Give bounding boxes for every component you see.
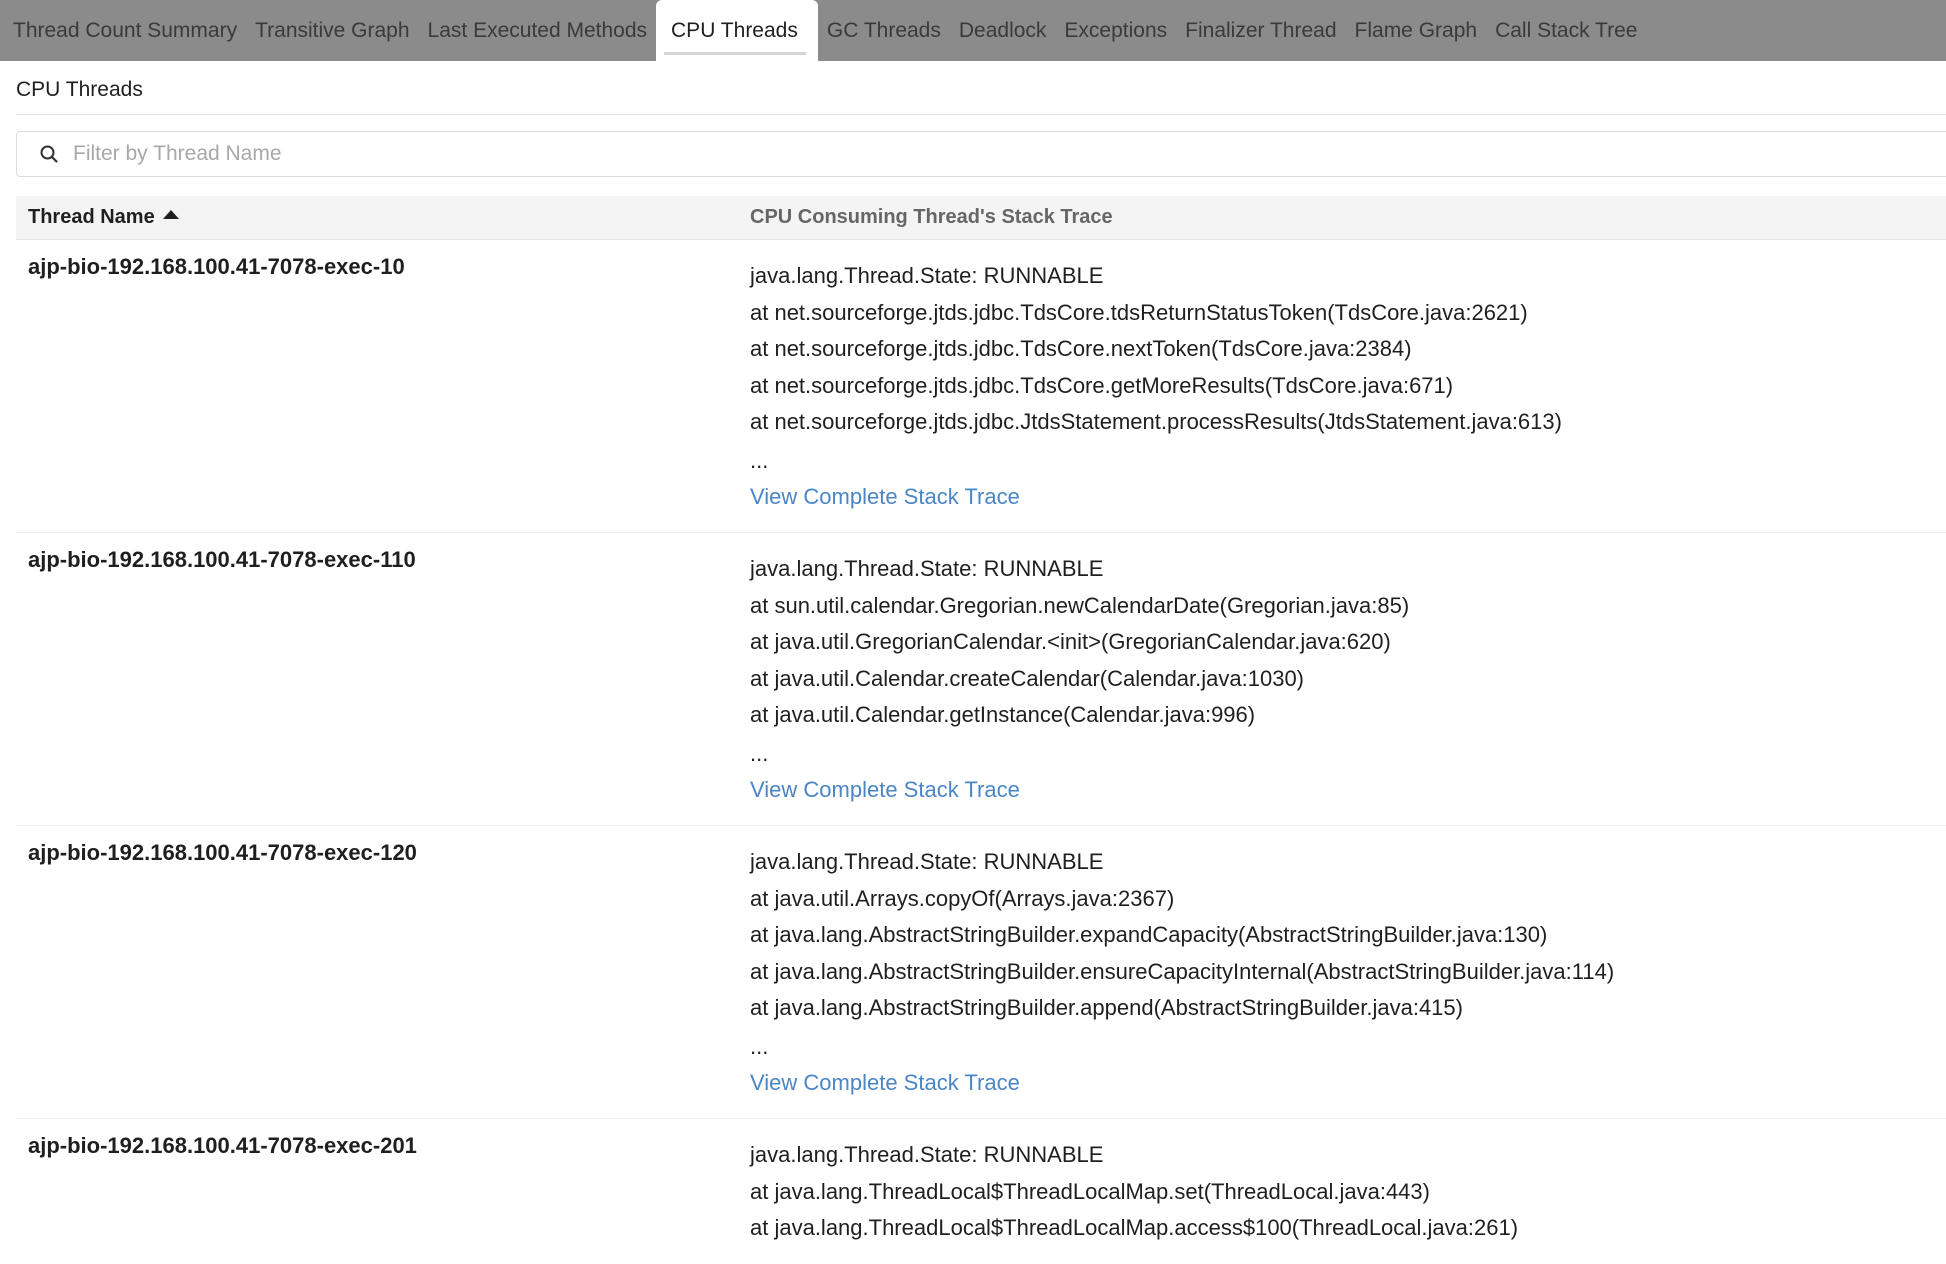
stack-trace-line: at java.util.Calendar.createCalendar(Cal… — [750, 665, 1305, 691]
table-header: Thread Name CPU Consuming Thread's Stack… — [16, 196, 1946, 240]
stack-trace-line: at net.sourceforge.jtds.jdbc.TdsCore.get… — [750, 372, 1454, 398]
stack-trace-line: java.lang.Thread.State: RUNNABLE — [750, 556, 1104, 581]
stack-trace-ellipsis: ... — [750, 447, 769, 473]
stack-trace-line: at java.util.Arrays.copyOf(Arrays.java:2… — [750, 885, 1175, 911]
stack-trace-line: at net.sourceforge.jtds.jdbc.TdsCore.tds… — [750, 299, 1528, 325]
stack-trace-ellipsis: ... — [750, 740, 769, 766]
search-input[interactable] — [71, 133, 1946, 175]
tab-cpu-threads[interactable]: CPU Threads — [656, 0, 818, 61]
tab-deadlock[interactable]: Deadlock — [950, 0, 1056, 61]
search-icon — [27, 144, 71, 164]
table-row: ajp-bio-192.168.100.41-7078-exec-10 java… — [16, 240, 1946, 533]
thread-table-body: ajp-bio-192.168.100.41-7078-exec-10 java… — [16, 240, 1946, 1240]
stack-trace-line: at java.util.GregorianCalendar.<init>(Gr… — [750, 629, 1391, 654]
stack-trace-line: at java.lang.ThreadLocal$ThreadLocalMap.… — [750, 1215, 1519, 1240]
tab-finalizer-thread[interactable]: Finalizer Thread — [1176, 0, 1345, 61]
stack-trace-line: java.lang.Thread.State: RUNNABLE — [750, 263, 1104, 288]
table-row: ajp-bio-192.168.100.41-7078-exec-201 jav… — [16, 1119, 1946, 1240]
stack-trace-line: at java.lang.AbstractStringBuilder.appen… — [750, 995, 1463, 1020]
table-row: ajp-bio-192.168.100.41-7078-exec-120 jav… — [16, 826, 1946, 1119]
stack-trace-line: at net.sourceforge.jtds.jdbc.TdsCore.nex… — [750, 336, 1412, 361]
column-header-thread-name-label: Thread Name — [28, 206, 155, 228]
thread-name: ajp-bio-192.168.100.41-7078-exec-201 — [28, 1133, 417, 1158]
view-complete-stack-trace-link[interactable]: View Complete Stack Trace — [750, 477, 1020, 517]
tab-transitive-graph[interactable]: Transitive Graph — [246, 0, 418, 61]
stack-trace-line: at java.lang.AbstractStringBuilder.expan… — [750, 922, 1548, 947]
stack-trace-line: at sun.util.calendar.Gregorian.newCalend… — [750, 592, 1410, 618]
tab-last-executed-methods[interactable]: Last Executed Methods — [419, 0, 656, 61]
stack-trace: java.lang.Thread.State: RUNNABLE at java… — [750, 1119, 1518, 1240]
stack-trace-line: at java.util.Calendar.getInstance(Calend… — [750, 702, 1256, 727]
stack-trace-line: at java.lang.AbstractStringBuilder.ensur… — [750, 958, 1615, 984]
view-complete-stack-trace-link[interactable]: View Complete Stack Trace — [750, 1063, 1020, 1103]
page-title: CPU Threads — [16, 78, 143, 101]
tab-flame-graph[interactable]: Flame Graph — [1346, 0, 1487, 61]
stack-trace-line: java.lang.Thread.State: RUNNABLE — [750, 1142, 1104, 1167]
tab-bar: Thread Count Summary Transitive Graph La… — [0, 0, 1946, 61]
stack-trace-line: at net.sourceforge.jtds.jdbc.JtdsStateme… — [750, 409, 1562, 434]
table-row: ajp-bio-192.168.100.41-7078-exec-110 jav… — [16, 533, 1946, 826]
stack-trace: java.lang.Thread.State: RUNNABLE at java… — [750, 826, 1614, 1118]
stack-trace: java.lang.Thread.State: RUNNABLE at net.… — [750, 240, 1562, 532]
tab-gc-threads[interactable]: GC Threads — [818, 0, 950, 61]
stack-trace: java.lang.Thread.State: RUNNABLE at sun.… — [750, 533, 1409, 825]
view-complete-stack-trace-link[interactable]: View Complete Stack Trace — [750, 770, 1020, 810]
tab-exceptions[interactable]: Exceptions — [1055, 0, 1176, 61]
sort-ascending-icon[interactable] — [162, 210, 179, 219]
search-box — [16, 131, 1946, 177]
tab-thread-count-summary[interactable]: Thread Count Summary — [4, 0, 246, 61]
thread-name: ajp-bio-192.168.100.41-7078-exec-120 — [28, 840, 417, 865]
stack-trace-ellipsis: ... — [750, 1033, 769, 1059]
column-header-stack-trace: CPU Consuming Thread's Stack Trace — [750, 206, 1113, 228]
thread-name: ajp-bio-192.168.100.41-7078-exec-10 — [28, 254, 405, 279]
stack-trace-line: at java.lang.ThreadLocal$ThreadLocalMap.… — [750, 1178, 1430, 1204]
thread-name: ajp-bio-192.168.100.41-7078-exec-110 — [28, 547, 416, 572]
stack-trace-line: java.lang.Thread.State: RUNNABLE — [750, 849, 1104, 874]
title-divider — [16, 114, 1946, 115]
column-header-thread-name[interactable]: Thread Name — [16, 206, 750, 229]
tab-call-stack-tree[interactable]: Call Stack Tree — [1486, 0, 1646, 61]
